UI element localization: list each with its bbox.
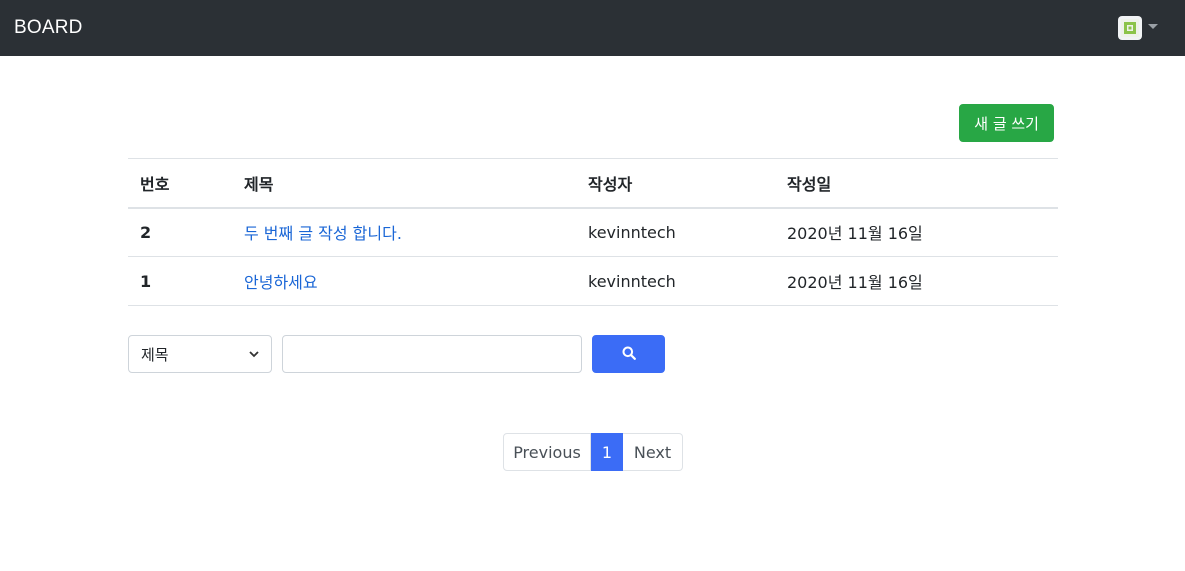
post-title-cell: 두 번째 글 작성 합니다.	[232, 207, 576, 257]
post-number: 2	[128, 207, 232, 257]
table-row: 2 두 번째 글 작성 합니다. kevinntech 2020년 11월 16…	[128, 207, 1058, 257]
header-writer: 작성자	[576, 158, 775, 209]
search-bar: 제목	[128, 335, 665, 373]
pagination-previous[interactable]: Previous	[503, 433, 591, 471]
search-icon	[622, 346, 636, 363]
post-date: 2020년 11월 16일	[775, 207, 1058, 257]
post-writer: kevinntech	[576, 256, 775, 306]
table-row: 1 안녕하세요 kevinntech 2020년 11월 16일	[128, 256, 1058, 306]
search-type-value: 제목	[141, 345, 169, 364]
post-date: 2020년 11월 16일	[775, 256, 1058, 306]
header-title: 제목	[232, 158, 576, 209]
search-input[interactable]	[282, 335, 582, 373]
pagination-page-current[interactable]: 1	[591, 433, 623, 471]
user-menu-toggle[interactable]	[1118, 16, 1158, 40]
search-type-select[interactable]: 제목	[128, 335, 272, 373]
header-date: 작성일	[775, 158, 1058, 209]
post-title-link[interactable]: 안녕하세요	[244, 273, 318, 292]
pagination: Previous 1 Next	[503, 433, 683, 471]
pagination-next[interactable]: Next	[623, 433, 683, 471]
brand-logo[interactable]: BOARD	[14, 17, 83, 39]
search-button[interactable]	[592, 335, 665, 373]
chevron-down-icon	[249, 348, 259, 361]
header-number: 번호	[128, 158, 232, 209]
post-title-link[interactable]: 두 번째 글 작성 합니다.	[244, 224, 402, 243]
caret-down-icon[interactable]	[1148, 23, 1158, 29]
post-title-cell: 안녕하세요	[232, 256, 576, 306]
table-header-row: 번호 제목 작성자 작성일	[128, 158, 1058, 209]
post-writer: kevinntech	[576, 207, 775, 257]
board-table: 번호 제목 작성자 작성일 2 두 번째 글 작성 합니다. kevinntec…	[128, 158, 1058, 306]
new-post-button[interactable]: 새 글 쓰기	[959, 104, 1054, 142]
navbar: BOARD	[0, 0, 1185, 56]
post-number: 1	[128, 256, 232, 306]
avatar-icon[interactable]	[1118, 16, 1142, 40]
